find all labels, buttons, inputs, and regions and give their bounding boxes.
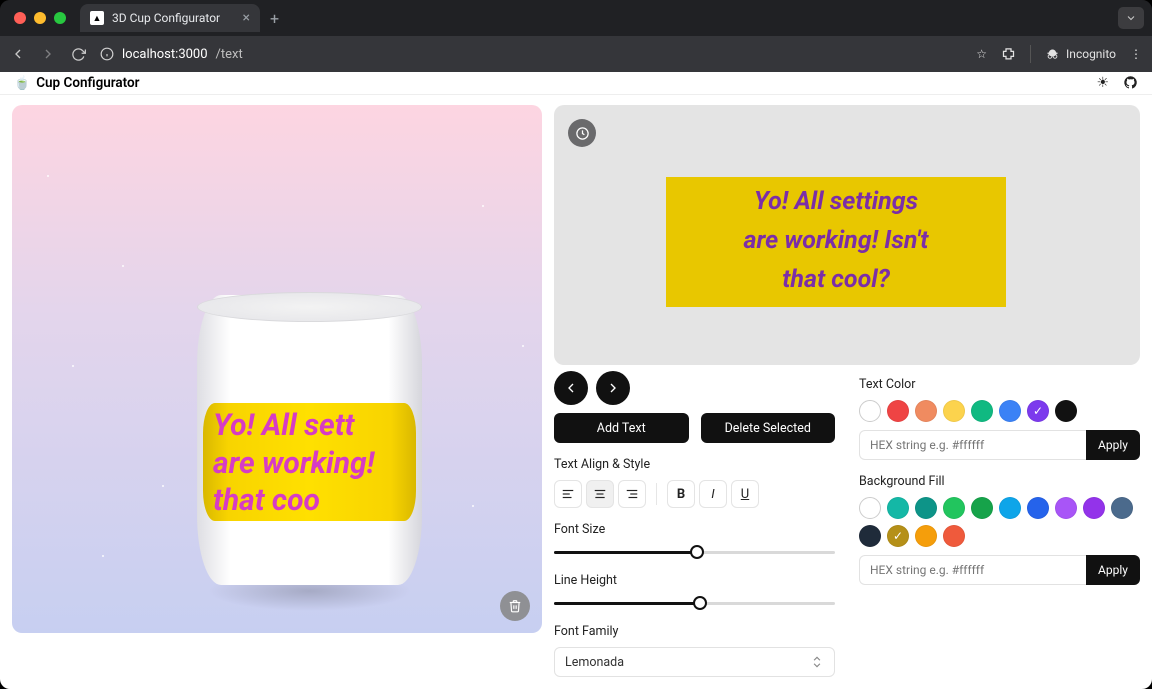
text-color-swatch[interactable] <box>859 400 881 422</box>
github-icon[interactable] <box>1123 75 1138 91</box>
address-bar: localhost:3000/text ☆ Incognito ⋮ <box>0 36 1152 72</box>
text-color-swatch[interactable] <box>999 400 1021 422</box>
text-color-hex-input[interactable] <box>859 430 1086 460</box>
bg-fill-apply-button[interactable]: Apply <box>1086 555 1140 585</box>
bg-fill-swatch[interactable] <box>887 525 909 547</box>
nav-forward-icon[interactable] <box>40 46 56 62</box>
url-host: localhost: <box>122 47 178 62</box>
bg-fill-swatch[interactable] <box>887 497 909 519</box>
bg-fill-swatch[interactable] <box>1111 497 1133 519</box>
align-style-label: Text Align & Style <box>554 457 835 472</box>
url-field[interactable]: localhost:3000/text <box>100 47 243 62</box>
text-color-swatch[interactable] <box>1055 400 1077 422</box>
window-controls <box>14 12 66 24</box>
text-color-swatch[interactable] <box>887 400 909 422</box>
text-color-swatch[interactable] <box>1027 400 1049 422</box>
bg-fill-swatches <box>859 497 1140 547</box>
add-text-button[interactable]: Add Text <box>554 413 689 443</box>
line-height-label: Line Height <box>554 573 835 588</box>
new-tab-button[interactable]: + <box>270 9 279 28</box>
theme-toggle-icon[interactable]: ☀︎ <box>1096 75 1109 91</box>
tab-favicon: ▲ <box>90 11 104 25</box>
text-color-swatches <box>859 400 1140 422</box>
window-maximize[interactable] <box>54 12 66 24</box>
history-icon[interactable] <box>568 119 596 147</box>
bg-fill-swatch[interactable] <box>1083 497 1105 519</box>
next-button[interactable] <box>596 371 630 405</box>
text-color-apply-button[interactable]: Apply <box>1086 430 1140 460</box>
delete-selected-button[interactable]: Delete Selected <box>701 413 836 443</box>
text-color-swatch[interactable] <box>915 400 937 422</box>
bg-fill-swatch[interactable] <box>971 497 993 519</box>
nav-reload-icon[interactable] <box>70 46 86 62</box>
text-element-content: Yo! All settings are working! Isn't that… <box>678 183 994 299</box>
font-size-slider[interactable] <box>554 545 835 559</box>
mug-label: Yo! All sett are working! that coo <box>203 403 416 521</box>
browser-tab[interactable]: ▲ 3D Cup Configurator × <box>80 4 260 32</box>
app-title: Cup Configurator <box>36 75 139 91</box>
align-center-icon[interactable] <box>586 480 614 508</box>
line-height-slider[interactable] <box>554 596 835 610</box>
url-path: /text <box>216 47 243 62</box>
font-family-value: Lemonada <box>565 655 624 670</box>
divider <box>1030 45 1031 63</box>
extensions-icon[interactable] <box>1001 47 1016 62</box>
text-canvas[interactable]: Yo! All settings are working! Isn't that… <box>554 105 1140 365</box>
cup-3d-preview[interactable]: Yo! All sett are working! that coo <box>12 105 542 633</box>
mug-label-text: Yo! All sett are working! that coo <box>213 407 416 520</box>
align-left-icon[interactable] <box>554 480 582 508</box>
prev-button[interactable] <box>554 371 588 405</box>
font-family-label: Font Family <box>554 624 835 639</box>
chevrons-icon <box>810 655 824 669</box>
bg-fill-swatch[interactable] <box>859 497 881 519</box>
mug-model: Yo! All sett are working! that coo <box>197 295 422 597</box>
bold-icon[interactable]: B <box>667 480 695 508</box>
bg-fill-swatch[interactable] <box>999 497 1021 519</box>
tab-title: 3D Cup Configurator <box>112 11 220 25</box>
chevron-down-icon[interactable] <box>1118 7 1144 29</box>
underline-icon[interactable]: U <box>731 480 759 508</box>
bg-fill-swatch[interactable] <box>915 525 937 547</box>
text-color-swatch[interactable] <box>943 400 965 422</box>
bg-fill-hex-input[interactable] <box>859 555 1086 585</box>
incognito-badge: Incognito <box>1045 47 1116 62</box>
window-close[interactable] <box>14 12 26 24</box>
italic-icon[interactable]: I <box>699 480 727 508</box>
window-minimize[interactable] <box>34 12 46 24</box>
bg-fill-label: Background Fill <box>859 474 1140 489</box>
url-port: 3000 <box>178 47 207 62</box>
cup-icon: 🍵 <box>14 76 30 91</box>
font-family-select[interactable]: Lemonada <box>554 647 835 677</box>
nav-back-icon[interactable] <box>10 46 26 62</box>
font-size-label: Font Size <box>554 522 835 537</box>
text-color-label: Text Color <box>859 377 1140 392</box>
info-icon <box>100 47 114 61</box>
text-element[interactable]: Yo! All settings are working! Isn't that… <box>666 177 1006 307</box>
bookmark-star-icon[interactable]: ☆ <box>976 47 987 61</box>
bg-fill-swatch[interactable] <box>915 497 937 519</box>
bg-fill-swatch[interactable] <box>943 497 965 519</box>
align-right-icon[interactable] <box>618 480 646 508</box>
text-color-swatch[interactable] <box>971 400 993 422</box>
bg-fill-swatch[interactable] <box>943 525 965 547</box>
kebab-menu-icon[interactable]: ⋮ <box>1130 47 1142 61</box>
tab-strip: ▲ 3D Cup Configurator × + <box>0 0 1152 36</box>
bg-fill-swatch[interactable] <box>1027 497 1049 519</box>
bg-fill-swatch[interactable] <box>859 525 881 547</box>
app-header: 🍵 Cup Configurator ☀︎ <box>0 72 1152 95</box>
tab-close-icon[interactable]: × <box>243 11 250 25</box>
trash-icon[interactable] <box>500 591 530 621</box>
bg-fill-swatch[interactable] <box>1055 497 1077 519</box>
